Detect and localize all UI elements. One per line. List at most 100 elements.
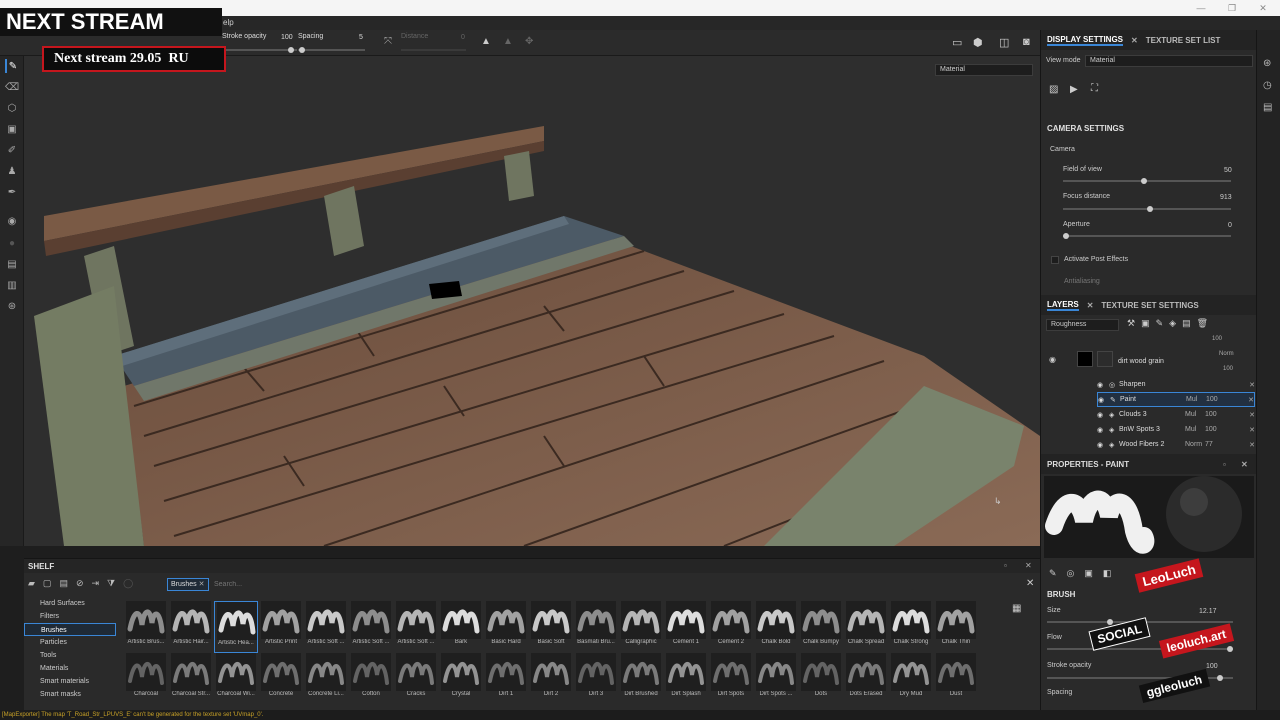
- brush-item[interactable]: Calligraphic: [619, 601, 663, 653]
- camera-icon[interactable]: ◙: [1023, 36, 1030, 48]
- close-button[interactable]: ✕: [1256, 2, 1270, 14]
- new-folder-icon[interactable]: ▢: [43, 578, 52, 589]
- close-tab-icon[interactable]: ✕: [1087, 301, 1094, 310]
- visibility-eye-icon[interactable]: ◉: [1097, 441, 1109, 449]
- size-value[interactable]: 12.17: [1199, 608, 1217, 615]
- brush-item[interactable]: Artistic Soft ...: [304, 601, 348, 653]
- delete-effect-icon[interactable]: ✕: [1249, 381, 1255, 389]
- category-brushes[interactable]: Brushes: [24, 623, 116, 636]
- slider-knob[interactable]: [1141, 178, 1147, 184]
- symmetry-axis-icon[interactable]: ✥: [525, 36, 533, 47]
- brush-item[interactable]: Cement 1: [664, 601, 708, 653]
- visibility-eye-icon[interactable]: ◉: [1097, 411, 1109, 419]
- layer-blend[interactable]: Norm: [1219, 351, 1234, 357]
- add-mask-icon[interactable]: ◈: [1169, 318, 1176, 332]
- clone-icon[interactable]: ♟: [5, 164, 19, 178]
- fov-slider[interactable]: [1063, 178, 1231, 184]
- category-particles[interactable]: Particles: [24, 636, 116, 649]
- history-icon[interactable]: ◷: [1263, 80, 1272, 91]
- brush-item[interactable]: Cotton: [349, 653, 393, 705]
- stroke-opacity-value[interactable]: 100: [281, 34, 293, 41]
- stencil-tab-icon[interactable]: ▣: [1084, 568, 1093, 579]
- tab-texture-set-settings[interactable]: TEXTURE SET SETTINGS: [1101, 301, 1198, 310]
- close-tab-icon[interactable]: ✕: [1131, 36, 1138, 45]
- effect-opacity[interactable]: 100: [1205, 411, 1225, 418]
- hide-icon[interactable]: ⊘: [76, 578, 84, 589]
- lazy-mouse-icon[interactable]: ⤧: [384, 36, 392, 47]
- visibility-eye-icon[interactable]: ◉: [1097, 426, 1109, 434]
- tab-texture-set-list[interactable]: TEXTURE SET LIST: [1146, 36, 1221, 45]
- effect-row[interactable]: ◉ ◈ BnW Spots 3 Mul 100 ✕: [1097, 422, 1255, 437]
- brush-item[interactable]: Bark: [439, 601, 483, 653]
- layer-opacity[interactable]: 100: [1223, 366, 1233, 372]
- brush-item[interactable]: Chalk Bumpy: [799, 601, 843, 653]
- close-panel-icon[interactable]: ✕: [1025, 561, 1032, 570]
- brush-item[interactable]: Charcoal: [124, 653, 168, 705]
- effect-row[interactable]: ◉ ◎ Sharpen ✕: [1097, 377, 1255, 392]
- brush-item[interactable]: Basic Soft: [529, 601, 573, 653]
- paint-brush-icon[interactable]: ✎: [5, 59, 19, 73]
- brush-item[interactable]: Dust: [934, 653, 978, 705]
- effect-row[interactable]: ◉ ◈ Clouds 3 Mul 100 ✕: [1097, 407, 1255, 422]
- tab-layers[interactable]: LAYERS: [1047, 300, 1079, 311]
- brush-item[interactable]: Dirt Spots ...: [754, 653, 798, 705]
- clear-icon[interactable]: ◯: [123, 578, 133, 589]
- brush-item[interactable]: Concrete: [259, 653, 303, 705]
- log-icon[interactable]: ▤: [1263, 102, 1272, 113]
- filter-chip[interactable]: Brushes ✕: [167, 578, 209, 591]
- viewport-channel-select[interactable]: Material: [935, 64, 1033, 76]
- delete-effect-icon[interactable]: ✕: [1248, 396, 1254, 404]
- visibility-eye-icon[interactable]: ◉: [1049, 355, 1056, 364]
- add-fill-layer-icon[interactable]: ▣: [1141, 318, 1150, 332]
- brush-stroke-opacity-value[interactable]: 100: [1206, 663, 1218, 670]
- brush-item[interactable]: Dirt Brushed: [619, 653, 663, 705]
- brush-item[interactable]: Artistic Soft ...: [394, 601, 438, 653]
- category-filters[interactable]: Filters: [24, 610, 116, 623]
- effect-opacity[interactable]: 100: [1205, 426, 1225, 433]
- slider-knob[interactable]: [299, 47, 305, 53]
- remove-chip-icon[interactable]: ✕: [199, 581, 205, 588]
- folder-icon[interactable]: ▰: [28, 578, 35, 589]
- focus-distance-value[interactable]: 913: [1220, 194, 1232, 201]
- brush-item[interactable]: Chalk Bold: [754, 601, 798, 653]
- effect-row[interactable]: ◉ ◈ Wood Fibers 2 Norm 77 ✕: [1097, 437, 1255, 452]
- effect-blend[interactable]: Norm: [1185, 441, 1205, 448]
- import-icon[interactable]: ⇥: [92, 578, 100, 589]
- category-smart-materials[interactable]: Smart materials: [24, 675, 116, 688]
- fov-value[interactable]: 50: [1224, 167, 1232, 174]
- brush-item[interactable]: Artistic Print: [259, 601, 303, 653]
- material-tab-icon[interactable]: ◎: [1067, 568, 1075, 579]
- focus-distance-slider[interactable]: [1063, 206, 1231, 212]
- delete-effect-icon[interactable]: ✕: [1249, 426, 1255, 434]
- brush-item[interactable]: Basic Hard: [484, 601, 528, 653]
- effect-row-selected[interactable]: ◉ ✎ Paint Mul 100 ✕: [1097, 392, 1255, 407]
- split-view-icon[interactable]: ◫: [999, 36, 1009, 49]
- brush-item[interactable]: Artistic Hair...: [169, 601, 213, 653]
- effect-opacity[interactable]: 77: [1205, 441, 1225, 448]
- antialiasing-label[interactable]: Antialiasing: [1064, 278, 1100, 285]
- eraser-icon[interactable]: ⌫: [5, 80, 19, 94]
- display-settings-icon[interactable]: ⊛: [1263, 58, 1271, 69]
- layer-name[interactable]: dirt wood grain: [1118, 358, 1164, 365]
- brush-item[interactable]: Basmati Bru...: [574, 601, 618, 653]
- aperture-value[interactable]: 0: [1228, 222, 1232, 229]
- brush-item[interactable]: Dirt Spots: [709, 653, 753, 705]
- camera-settings-icon[interactable]: ▶: [1070, 84, 1078, 95]
- delete-effect-icon[interactable]: ✕: [1249, 411, 1255, 419]
- float-panel-icon[interactable]: ▫: [1004, 561, 1007, 570]
- clear-search-icon[interactable]: ✕: [1026, 578, 1034, 589]
- effect-blend[interactable]: Mul: [1186, 396, 1206, 403]
- brush-item[interactable]: Dirt 1: [484, 653, 528, 705]
- view-mode-select[interactable]: Material: [1085, 55, 1253, 67]
- stroke-opacity-slider[interactable]: [222, 47, 297, 53]
- smudge-icon[interactable]: ✐: [5, 143, 19, 157]
- category-tools[interactable]: Tools: [24, 649, 116, 662]
- brush-item[interactable]: Artistic Brus...: [124, 601, 168, 653]
- brush-item[interactable]: Charcoal Wi...: [214, 653, 258, 705]
- brush-item[interactable]: Dirt 3: [574, 653, 618, 705]
- layer-channel-select[interactable]: Roughness: [1046, 319, 1119, 331]
- aperture-slider[interactable]: [1063, 233, 1231, 239]
- brush-item[interactable]: Artistic Hea...: [214, 601, 258, 653]
- symmetry-plane-icon[interactable]: ▲: [503, 36, 513, 47]
- brush-item[interactable]: Chalk Spread: [844, 601, 888, 653]
